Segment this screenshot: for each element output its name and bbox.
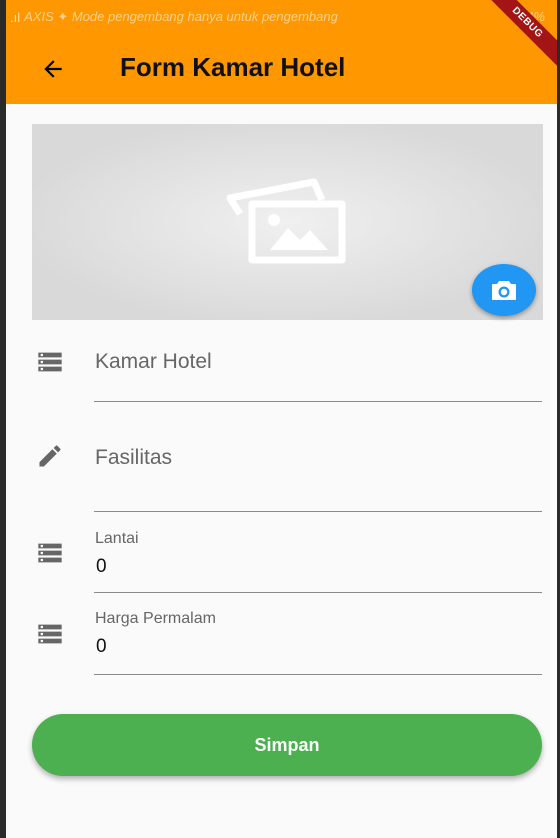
fasilitas-input[interactable]: Fasilitas [95, 446, 172, 470]
storage-icon [38, 624, 62, 644]
lantai-field[interactable]: Lantai 0 [6, 526, 557, 596]
pencil-icon [39, 445, 61, 467]
simpan-button[interactable]: Simpan [32, 714, 542, 776]
phone-screen: .ıl AXIS ✦ Mode pengembang hanya untuk p… [6, 0, 557, 838]
underline [94, 401, 542, 402]
status-bar: .ıl AXIS ✦ Mode pengembang hanya untuk p… [6, 0, 557, 34]
photo-library-icon [226, 178, 346, 264]
kamar-hotel-field[interactable]: Kamar Hotel [6, 330, 557, 404]
harga-permalam-label: Harga Permalam [95, 610, 216, 627]
underline [94, 674, 542, 675]
lantai-label: Lantai [95, 530, 139, 547]
image-picker[interactable] [32, 124, 543, 320]
underline [94, 592, 542, 593]
harga-permalam-field[interactable]: Harga Permalam 0 [6, 606, 557, 678]
app-bar: .ıl AXIS ✦ Mode pengembang hanya untuk p… [6, 0, 557, 104]
harga-permalam-input[interactable]: 0 [96, 636, 107, 658]
storage-icon [38, 352, 62, 372]
back-button[interactable] [36, 52, 70, 86]
page-title: Form Kamar Hotel [120, 52, 346, 82]
camera-button[interactable] [472, 264, 536, 316]
status-text: AXIS ✦ Mode pengembang hanya untuk penge… [24, 9, 338, 24]
underline [94, 511, 542, 512]
arrow-left-icon [44, 60, 62, 78]
camera-icon [492, 281, 516, 300]
fasilitas-field[interactable]: Fasilitas [6, 430, 557, 514]
kamar-hotel-input[interactable]: Kamar Hotel [95, 350, 212, 374]
lantai-input[interactable]: 0 [96, 556, 107, 578]
storage-icon [38, 543, 62, 563]
signal-icon: .ıl [10, 9, 21, 25]
